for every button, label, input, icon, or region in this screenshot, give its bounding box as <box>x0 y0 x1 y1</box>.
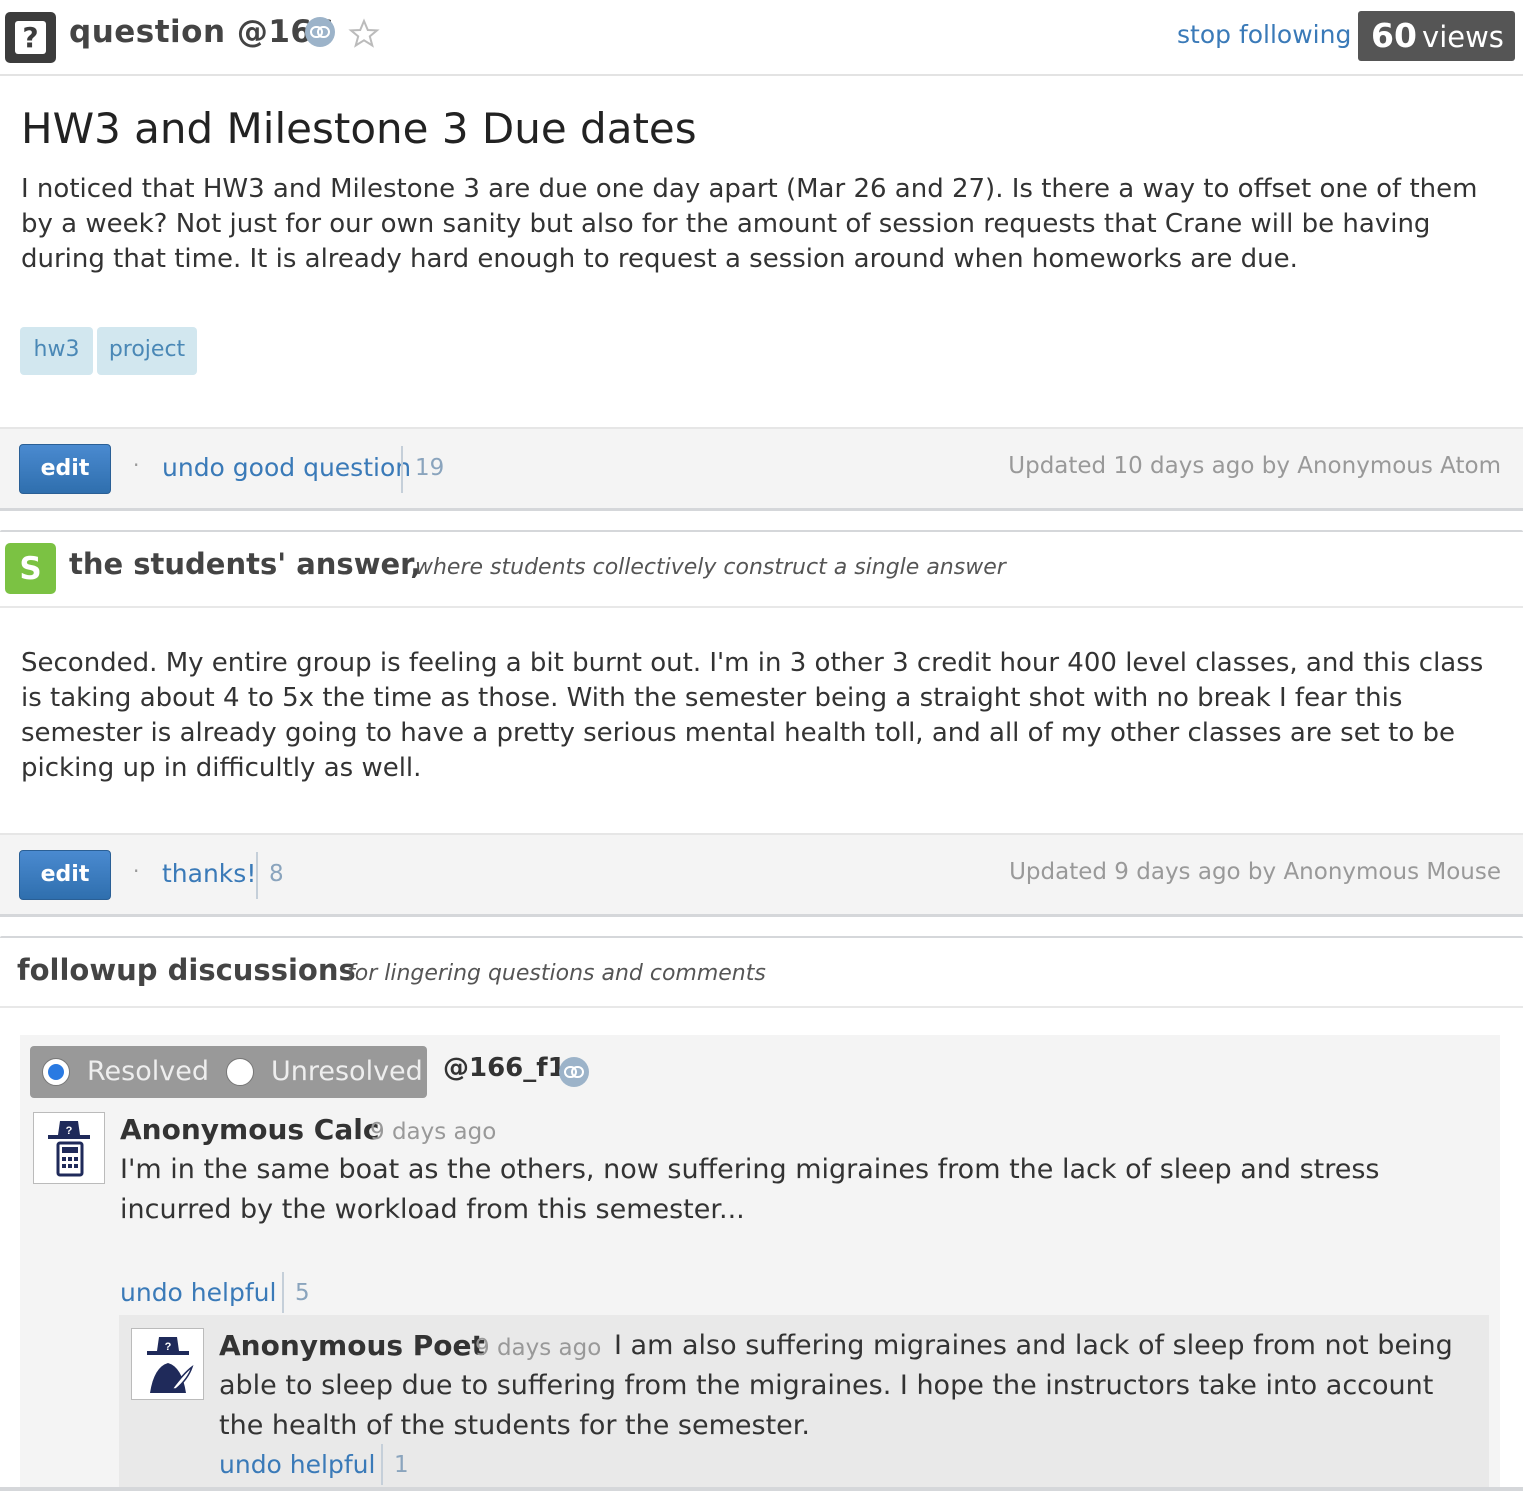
svg-text:?: ? <box>165 1341 172 1353</box>
resolved-label[interactable]: Resolved <box>87 1056 209 1087</box>
students-answer-body: Seconded. My entire group is feeling a b… <box>21 648 1484 783</box>
tag-project[interactable]: project <box>97 327 197 375</box>
resolve-toggle: Resolved Unresolved <box>30 1046 427 1098</box>
question-title: HW3 and Milestone 3 Due dates <box>21 104 697 153</box>
followup-helpful-link[interactable]: undo helpful <box>120 1278 276 1307</box>
good-question-count: 19 <box>415 455 445 481</box>
answer-updated: Updated 9 days ago by Anonymous Mouse <box>1009 859 1501 885</box>
tag-hw3[interactable]: hw3 <box>20 327 93 375</box>
reply-helpful-count: 1 <box>394 1452 409 1478</box>
followup-subtitle: for lingering questions and comments <box>347 961 766 986</box>
resolved-radio[interactable] <box>42 1058 70 1086</box>
followup-title: followup discussions <box>17 953 356 987</box>
question-action-bar: edit · undo good question 19 Updated 10 … <box>0 427 1523 511</box>
question-updated: Updated 10 days ago by Anonymous Atom <box>1008 453 1501 479</box>
thanks-count: 8 <box>269 861 284 887</box>
students-answer-title: the students' answer, <box>69 547 422 581</box>
followup-helpful-count: 5 <box>295 1280 310 1306</box>
followup-link-icon[interactable] <box>559 1057 589 1087</box>
question-type-icon: ? <box>5 12 56 63</box>
reply-text: I am also suffering migraines and lack o… <box>219 1330 1453 1441</box>
views-count: 60 <box>1371 16 1417 55</box>
unresolved-radio[interactable] <box>226 1058 254 1086</box>
reply-helpful-link[interactable]: undo helpful <box>219 1450 375 1479</box>
followup-time: 9 days ago <box>370 1119 497 1145</box>
unresolved-label[interactable]: Unresolved <box>271 1056 423 1087</box>
question-number: question @166 <box>69 14 335 50</box>
anonymous-quill-avatar-icon: ? <box>131 1328 204 1400</box>
question-header: ? question @166 stop following 60 views <box>0 0 1523 76</box>
question-body: I noticed that HW3 and Milestone 3 are d… <box>21 174 1478 274</box>
students-answer-subtitle: where students collectively construct a … <box>415 555 1006 580</box>
good-question-link[interactable]: undo good question <box>162 453 411 482</box>
anonymous-calculator-avatar-icon: ? <box>33 1112 105 1184</box>
followup-id: @166_f1 <box>443 1053 566 1083</box>
edit-answer-button[interactable]: edit <box>19 850 111 900</box>
edit-question-button[interactable]: edit <box>19 444 111 494</box>
answer-action-bar: edit · thanks! 8 Updated 9 days ago by A… <box>0 833 1523 917</box>
thanks-link[interactable]: thanks! <box>162 859 256 888</box>
views-badge: 60 views <box>1358 11 1515 61</box>
stop-following-link[interactable]: stop following <box>1177 20 1351 49</box>
followup-author: Anonymous Calc <box>120 1113 380 1146</box>
star-icon[interactable] <box>348 18 380 50</box>
views-label: views <box>1422 20 1504 54</box>
followup-text: I'm in the same boat as the others, now … <box>120 1154 1380 1225</box>
svg-text:?: ? <box>66 1125 73 1137</box>
link-icon[interactable] <box>305 17 335 47</box>
students-answer-icon: S <box>5 543 56 594</box>
